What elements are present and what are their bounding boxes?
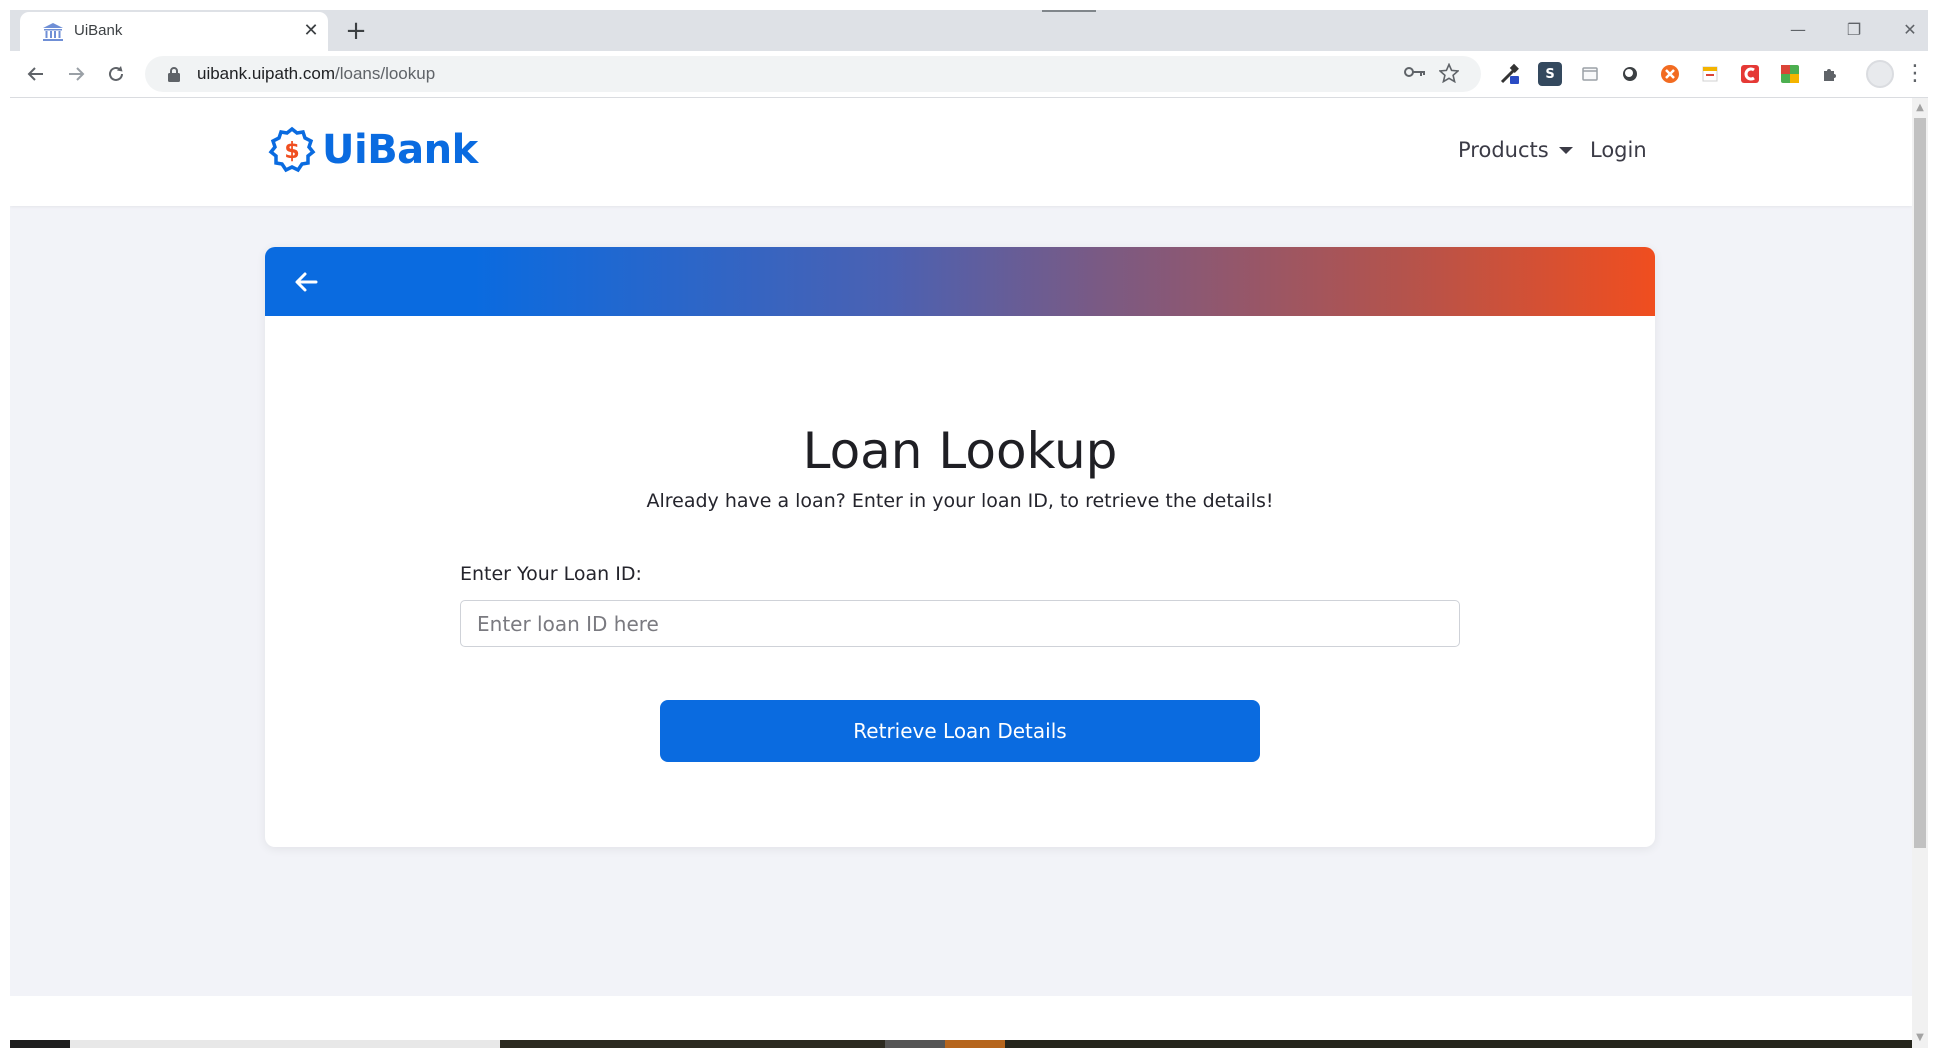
url-path: /loans/lookup: [334, 64, 436, 83]
caret-down-icon: [1558, 146, 1573, 154]
s-extension-icon[interactable]: S: [1538, 62, 1562, 86]
dollar-badge-icon: $: [268, 126, 316, 173]
bank-icon: [43, 23, 63, 41]
browser-toolbar: uibank.uipath.com/loans/lookup S ⋮: [10, 51, 1928, 98]
browser-tabstrip: UiBank ✕ + — ❐ ✕: [10, 10, 1928, 51]
restore-icon[interactable]: ❐: [1834, 18, 1874, 42]
taskbar-app-button[interactable]: [945, 1040, 1005, 1048]
uibank-logo[interactable]: $ UiBank: [268, 126, 478, 174]
retrieve-loan-details-button[interactable]: Retrieve Loan Details: [660, 700, 1260, 762]
logo-symbol: $: [284, 139, 299, 164]
arrow-left-icon: [27, 67, 43, 81]
reload-icon: [109, 66, 123, 81]
window-close-icon[interactable]: ✕: [1890, 18, 1930, 42]
loan-id-input[interactable]: [460, 600, 1460, 647]
browser-menu-icon[interactable]: ⋮: [1904, 60, 1926, 88]
puzzle-extension-icon[interactable]: [1818, 62, 1842, 86]
scroll-thumb[interactable]: [1914, 118, 1926, 848]
green-extension-icon[interactable]: [1778, 62, 1802, 86]
calendar-extension-icon[interactable]: [1698, 62, 1722, 86]
circle-extension-icon[interactable]: [1618, 62, 1642, 86]
browser-tab-uibank[interactable]: UiBank ✕: [20, 12, 328, 51]
nav-products-dropdown[interactable]: Products: [1458, 138, 1573, 162]
taskbar-search[interactable]: [70, 1040, 500, 1048]
url-host: uibank.uipath.com: [197, 64, 335, 83]
scroll-up-icon[interactable]: ▲: [1912, 100, 1928, 116]
minimize-icon[interactable]: —: [1778, 18, 1818, 42]
taskbar-tray: [1005, 1040, 1912, 1048]
eyedropper-extension-icon[interactable]: [1498, 62, 1522, 86]
new-tab-button[interactable]: +: [342, 18, 370, 46]
url-text[interactable]: uibank.uipath.com/loans/lookup: [197, 64, 435, 84]
card-banner: [265, 247, 1655, 316]
orange-extension-icon[interactable]: [1658, 62, 1682, 86]
back-button[interactable]: [22, 60, 50, 88]
site-header: $ UiBank Products Login: [10, 98, 1912, 206]
tab-drag-indicator: [1042, 10, 1096, 12]
logo-text: UiBank: [322, 127, 478, 173]
taskbar-app-button[interactable]: [885, 1040, 945, 1048]
nav-login-link[interactable]: Login: [1590, 138, 1647, 162]
taskbar-app-area: [500, 1040, 885, 1048]
red-c-extension-icon[interactable]: [1738, 62, 1762, 86]
reload-button[interactable]: [102, 60, 130, 88]
address-bar[interactable]: uibank.uipath.com/loans/lookup: [145, 56, 1481, 92]
page-subtitle: Already have a loan? Enter in your loan …: [646, 490, 1274, 512]
lock-icon: [168, 67, 180, 82]
nav-products-label: Products: [1458, 138, 1549, 162]
key-icon[interactable]: [1403, 63, 1427, 85]
scroll-down-icon[interactable]: ▼: [1912, 1030, 1928, 1046]
page-title: Loan Lookup: [802, 422, 1118, 480]
arrow-right-icon: [69, 67, 85, 81]
forward-button[interactable]: [62, 60, 90, 88]
loan-id-label: Enter Your Loan ID:: [460, 563, 642, 585]
page-extension-icon[interactable]: [1578, 62, 1602, 86]
page-viewport: $ UiBank Products Login Loan Lookup Alre…: [10, 98, 1912, 996]
os-taskbar: [10, 1040, 1912, 1048]
tab-close-icon[interactable]: ✕: [300, 20, 322, 42]
profile-avatar[interactable]: [1866, 60, 1894, 88]
loan-lookup-card: Loan Lookup Already have a loan? Enter i…: [265, 247, 1655, 847]
page-scrollbar[interactable]: ▲ ▼: [1912, 98, 1928, 1048]
tab-title: UiBank: [74, 22, 123, 39]
back-arrow-icon[interactable]: [291, 267, 321, 297]
bookmark-star-icon[interactable]: [1437, 62, 1461, 85]
